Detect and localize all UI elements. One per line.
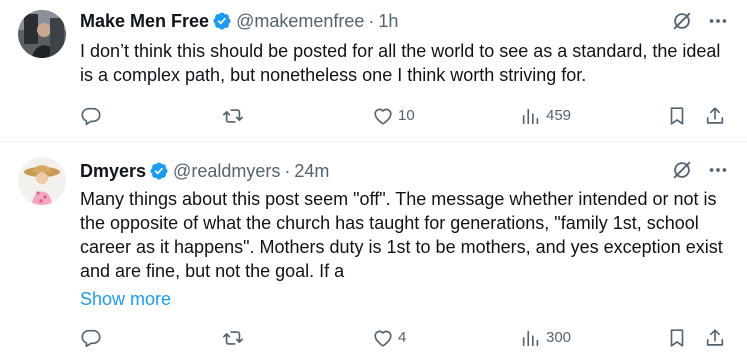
grok-icon[interactable] <box>671 10 693 32</box>
bookmark-button[interactable] <box>666 105 688 127</box>
tweet[interactable]: Dmyers @realdmyers · 24m Many things abo… <box>0 143 747 361</box>
views-icon <box>520 105 542 127</box>
display-name[interactable]: Dmyers <box>80 159 146 183</box>
tweet-header: Dmyers @realdmyers · 24m <box>80 159 329 183</box>
reply-icon <box>80 327 102 349</box>
heart-icon <box>372 327 394 349</box>
views-button[interactable]: 300 <box>520 327 571 349</box>
tweet[interactable]: Make Men Free @makemenfree · 1h I don’t … <box>0 0 747 142</box>
view-count: 300 <box>546 329 572 346</box>
tweet-top-actions <box>671 10 729 32</box>
tweet-actions: 4 300 <box>80 326 730 350</box>
repost-icon <box>222 327 244 349</box>
reply-button[interactable] <box>80 105 106 127</box>
bookmark-icon <box>666 327 688 349</box>
repost-button[interactable] <box>222 327 248 349</box>
more-icon[interactable] <box>707 10 729 32</box>
repost-button[interactable] <box>222 105 248 127</box>
share-button[interactable] <box>704 327 726 349</box>
avatar[interactable] <box>18 157 66 205</box>
grok-icon[interactable] <box>671 159 693 181</box>
repost-icon <box>222 105 244 127</box>
share-button[interactable] <box>704 105 726 127</box>
show-more-link[interactable]: Show more <box>80 287 171 311</box>
handle[interactable]: @makemenfree <box>236 9 364 33</box>
like-count: 10 <box>398 107 415 124</box>
like-button[interactable]: 4 <box>372 327 406 349</box>
share-icon <box>704 327 726 349</box>
share-icon <box>704 105 726 127</box>
bookmark-icon <box>666 105 688 127</box>
tweet-actions: 10 459 <box>80 104 730 128</box>
views-button[interactable]: 459 <box>520 105 571 127</box>
avatar[interactable] <box>18 10 66 58</box>
tweet-text: I don’t think this should be posted for … <box>80 41 721 85</box>
verified-badge-icon <box>149 161 169 181</box>
tweet-header: Make Men Free @makemenfree · 1h <box>80 9 398 33</box>
bookmark-button[interactable] <box>666 327 688 349</box>
separator: · <box>368 11 375 31</box>
timestamp[interactable]: 24m <box>294 159 329 183</box>
tweet-text: Many things about this post seem "off". … <box>80 189 723 281</box>
more-icon[interactable] <box>707 159 729 181</box>
verified-badge-icon <box>212 11 232 31</box>
heart-icon <box>372 105 394 127</box>
reply-button[interactable] <box>80 327 106 349</box>
handle[interactable]: @realdmyers <box>173 159 280 183</box>
like-button[interactable]: 10 <box>372 105 415 127</box>
view-count: 459 <box>546 107 572 124</box>
tweet-top-actions <box>671 159 729 181</box>
separator: · <box>284 161 291 181</box>
views-icon <box>520 327 542 349</box>
display-name[interactable]: Make Men Free <box>80 9 209 33</box>
like-count: 4 <box>398 329 407 346</box>
reply-feed: Make Men Free @makemenfree · 1h I don’t … <box>0 0 747 361</box>
reply-icon <box>80 105 102 127</box>
timestamp[interactable]: 1h <box>378 9 398 33</box>
